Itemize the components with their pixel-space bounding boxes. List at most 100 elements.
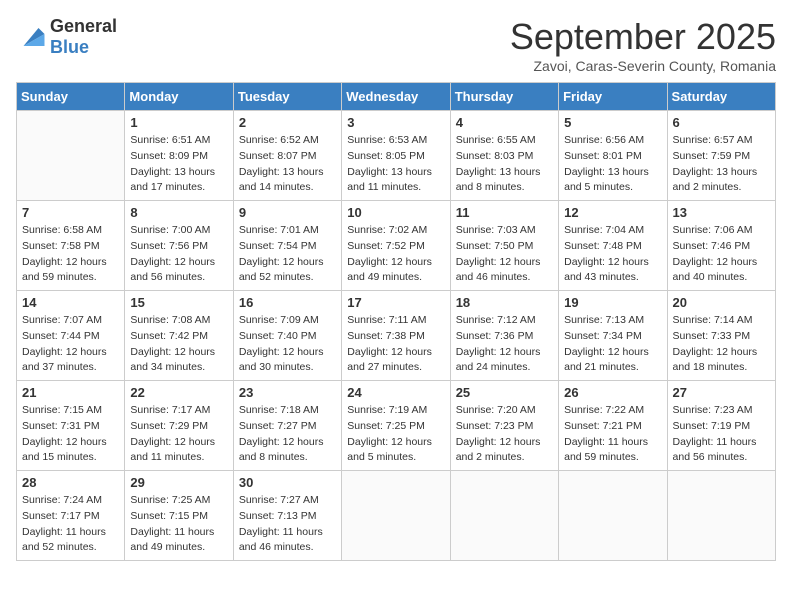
day-info: Sunrise: 7:24 AMSunset: 7:17 PMDaylight:… <box>22 493 119 556</box>
day-number: 13 <box>673 205 770 220</box>
weekday-header-monday: Monday <box>125 83 233 111</box>
day-info: Sunrise: 7:09 AMSunset: 7:40 PMDaylight:… <box>239 313 336 376</box>
day-number: 10 <box>347 205 444 220</box>
day-info: Sunrise: 6:56 AMSunset: 8:01 PMDaylight:… <box>564 133 661 196</box>
calendar-cell: 28 Sunrise: 7:24 AMSunset: 7:17 PMDayligh… <box>17 471 125 561</box>
day-number: 9 <box>239 205 336 220</box>
calendar-cell: 29Sunrise: 7:25 AMSunset: 7:15 PMDayligh… <box>125 471 233 561</box>
day-number: 20 <box>673 295 770 310</box>
day-number: 7 <box>22 205 119 220</box>
weekday-header-tuesday: Tuesday <box>233 83 341 111</box>
day-number: 23 <box>239 385 336 400</box>
day-number: 2 <box>239 115 336 130</box>
day-number: 6 <box>673 115 770 130</box>
weekday-header-sunday: Sunday <box>17 83 125 111</box>
day-info: Sunrise: 7:01 AMSunset: 7:54 PMDaylight:… <box>239 223 336 286</box>
day-number: 18 <box>456 295 553 310</box>
day-info: Sunrise: 7:20 AMSunset: 7:23 PMDaylight:… <box>456 403 553 466</box>
calendar-cell <box>17 111 125 201</box>
month-title: September 2025 <box>510 16 776 58</box>
calendar-cell: 17 Sunrise: 7:11 AMSunset: 7:38 PMDayligh… <box>342 291 450 381</box>
day-number: 5 <box>564 115 661 130</box>
day-number: 26 <box>564 385 661 400</box>
calendar-cell <box>342 471 450 561</box>
calendar-cell: 25 Sunrise: 7:20 AMSunset: 7:23 PMDayligh… <box>450 381 558 471</box>
logo: General Blue <box>16 16 117 58</box>
day-info: Sunrise: 6:57 AMSunset: 7:59 PMDaylight:… <box>673 133 770 196</box>
calendar-cell: 9 Sunrise: 7:01 AMSunset: 7:54 PMDaylight… <box>233 201 341 291</box>
day-info: Sunrise: 7:13 AMSunset: 7:34 PMDaylight:… <box>564 313 661 376</box>
day-info: Sunrise: 7:23 AMSunset: 7:19 PMDaylight:… <box>673 403 770 466</box>
day-info: Sunrise: 7:04 AMSunset: 7:48 PMDaylight:… <box>564 223 661 286</box>
day-number: 16 <box>239 295 336 310</box>
calendar-cell <box>559 471 667 561</box>
calendar-cell: 15 Sunrise: 7:08 AMSunset: 7:42 PMDayligh… <box>125 291 233 381</box>
day-number: 4 <box>456 115 553 130</box>
calendar-week-row: 28 Sunrise: 7:24 AMSunset: 7:17 PMDayligh… <box>17 471 776 561</box>
calendar-cell: 12 Sunrise: 7:04 AMSunset: 7:48 PMDayligh… <box>559 201 667 291</box>
day-number: 1 <box>130 115 227 130</box>
calendar-cell: 20 Sunrise: 7:14 AMSunset: 7:33 PMDayligh… <box>667 291 775 381</box>
page-header: General Blue September 2025 Zavoi, Caras… <box>16 16 776 74</box>
day-number: 19 <box>564 295 661 310</box>
weekday-header-saturday: Saturday <box>667 83 775 111</box>
day-info: Sunrise: 7:19 AMSunset: 7:25 PMDaylight:… <box>347 403 444 466</box>
subtitle: Zavoi, Caras-Severin County, Romania <box>510 58 776 74</box>
calendar-week-row: 7Sunrise: 6:58 AMSunset: 7:58 PMDaylight… <box>17 201 776 291</box>
day-info: Sunrise: 7:15 AMSunset: 7:31 PMDaylight:… <box>22 403 119 466</box>
day-number: 27 <box>673 385 770 400</box>
calendar-cell: 6 Sunrise: 6:57 AMSunset: 7:59 PMDaylight… <box>667 111 775 201</box>
day-number: 12 <box>564 205 661 220</box>
day-info: Sunrise: 7:00 AMSunset: 7:56 PMDaylight:… <box>130 223 227 286</box>
calendar-cell: 18 Sunrise: 7:12 AMSunset: 7:36 PMDayligh… <box>450 291 558 381</box>
day-number: 14 <box>22 295 119 310</box>
day-number: 28 <box>22 475 119 490</box>
calendar-cell: 7Sunrise: 6:58 AMSunset: 7:58 PMDaylight… <box>17 201 125 291</box>
calendar-cell: 19 Sunrise: 7:13 AMSunset: 7:34 PMDayligh… <box>559 291 667 381</box>
calendar-cell: 26 Sunrise: 7:22 AMSunset: 7:21 PMDayligh… <box>559 381 667 471</box>
calendar-cell: 4Sunrise: 6:55 AMSunset: 8:03 PMDaylight… <box>450 111 558 201</box>
logo-blue: Blue <box>50 37 89 57</box>
day-number: 15 <box>130 295 227 310</box>
calendar-cell: 10 Sunrise: 7:02 AMSunset: 7:52 PMDayligh… <box>342 201 450 291</box>
day-number: 21 <box>22 385 119 400</box>
day-info: Sunrise: 7:03 AMSunset: 7:50 PMDaylight:… <box>456 223 553 286</box>
calendar-header-row: SundayMondayTuesdayWednesdayThursdayFrid… <box>17 83 776 111</box>
day-number: 8 <box>130 205 227 220</box>
calendar-cell: 24Sunrise: 7:19 AMSunset: 7:25 PMDayligh… <box>342 381 450 471</box>
day-info: Sunrise: 7:12 AMSunset: 7:36 PMDaylight:… <box>456 313 553 376</box>
day-number: 25 <box>456 385 553 400</box>
day-number: 22 <box>130 385 227 400</box>
calendar-week-row: 14 Sunrise: 7:07 AMSunset: 7:44 PMDayligh… <box>17 291 776 381</box>
day-info: Sunrise: 7:27 AMSunset: 7:13 PMDaylight:… <box>239 493 336 556</box>
calendar-cell <box>450 471 558 561</box>
day-info: Sunrise: 7:11 AMSunset: 7:38 PMDaylight:… <box>347 313 444 376</box>
day-info: Sunrise: 6:52 AMSunset: 8:07 PMDaylight:… <box>239 133 336 196</box>
weekday-header-wednesday: Wednesday <box>342 83 450 111</box>
day-info: Sunrise: 7:17 AMSunset: 7:29 PMDaylight:… <box>130 403 227 466</box>
calendar-cell: 16 Sunrise: 7:09 AMSunset: 7:40 PMDayligh… <box>233 291 341 381</box>
title-block: September 2025 Zavoi, Caras-Severin Coun… <box>510 16 776 74</box>
calendar-week-row: 1Sunrise: 6:51 AMSunset: 8:09 PMDaylight… <box>17 111 776 201</box>
calendar-cell: 8 Sunrise: 7:00 AMSunset: 7:56 PMDaylight… <box>125 201 233 291</box>
day-info: Sunrise: 7:14 AMSunset: 7:33 PMDaylight:… <box>673 313 770 376</box>
day-info: Sunrise: 7:08 AMSunset: 7:42 PMDaylight:… <box>130 313 227 376</box>
day-number: 17 <box>347 295 444 310</box>
weekday-header-friday: Friday <box>559 83 667 111</box>
calendar-cell: 5 Sunrise: 6:56 AMSunset: 8:01 PMDaylight… <box>559 111 667 201</box>
calendar-cell: 22 Sunrise: 7:17 AMSunset: 7:29 PMDayligh… <box>125 381 233 471</box>
day-info: Sunrise: 7:07 AMSunset: 7:44 PMDaylight:… <box>22 313 119 376</box>
day-info: Sunrise: 7:02 AMSunset: 7:52 PMDaylight:… <box>347 223 444 286</box>
day-number: 30 <box>239 475 336 490</box>
day-number: 3 <box>347 115 444 130</box>
calendar-cell: 14 Sunrise: 7:07 AMSunset: 7:44 PMDayligh… <box>17 291 125 381</box>
calendar-cell: 13 Sunrise: 7:06 AMSunset: 7:46 PMDayligh… <box>667 201 775 291</box>
calendar-cell: 21 Sunrise: 7:15 AMSunset: 7:31 PMDayligh… <box>17 381 125 471</box>
general-blue-logo-icon <box>16 25 46 49</box>
calendar-table: SundayMondayTuesdayWednesdayThursdayFrid… <box>16 82 776 561</box>
day-info: Sunrise: 7:22 AMSunset: 7:21 PMDaylight:… <box>564 403 661 466</box>
day-number: 11 <box>456 205 553 220</box>
day-info: Sunrise: 7:18 AMSunset: 7:27 PMDaylight:… <box>239 403 336 466</box>
calendar-cell: 3Sunrise: 6:53 AMSunset: 8:05 PMDaylight… <box>342 111 450 201</box>
day-info: Sunrise: 7:06 AMSunset: 7:46 PMDaylight:… <box>673 223 770 286</box>
